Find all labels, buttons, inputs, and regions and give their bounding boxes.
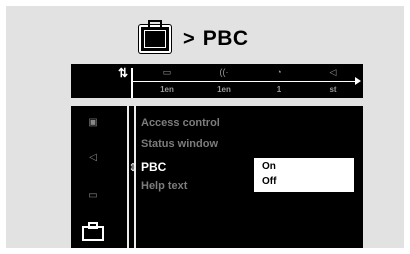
option-off[interactable]: Off [262,176,276,187]
menu-item-help-text[interactable]: Help text [141,180,187,192]
audio-language-icon[interactable]: ((· [216,67,232,78]
menu-item-status-window[interactable]: Status window [141,138,218,150]
menu-item-access-control[interactable]: Access control [141,117,220,129]
briefcase-icon[interactable] [81,222,105,242]
tab-audio-value: 1en [217,85,231,94]
option-on[interactable]: On [262,161,276,172]
menu-item-pbc[interactable]: PBC [141,160,166,174]
tab-sound-value: st [329,85,337,94]
top-tab-bar: ⇅ ▭ 1en ((· 1en ◔ 1 ◁ st [71,64,363,98]
subtitle-icon[interactable]: ▭ [159,67,175,78]
sidebar: ▣ ◁ ▭ [71,106,117,248]
page-title: > PBC [139,20,249,55]
briefcase-icon [139,20,171,53]
tab-subtitle-value: 1en [160,85,174,94]
angle-icon[interactable]: ◔ [271,67,287,78]
language-icon[interactable]: ▭ [86,190,100,202]
screen-frame: > PBC ⇅ ▭ 1en ((· 1en ◔ 1 ◁ st ▣ ◁ ▭ Acc… [6,6,404,248]
tab-separator [131,68,133,98]
option-cursor-icon: › [251,159,254,169]
tab-line [131,81,357,82]
pbc-options-dropdown: › On Off [251,157,355,193]
sound-mode-icon[interactable]: ◁ [325,67,341,78]
tab-angle-value: 1 [276,85,282,94]
tab-line-arrow-icon [355,77,361,85]
speaker-icon[interactable]: ◁ [86,152,100,164]
title-text: PBC [202,27,249,50]
title-arrow: > [183,27,195,50]
updown-cursor-icon: ⇕ [128,162,138,174]
picture-icon[interactable]: ▣ [86,117,100,129]
settings-panel: ▣ ◁ ▭ Access control Status window ⇕ PBC… [71,106,363,248]
